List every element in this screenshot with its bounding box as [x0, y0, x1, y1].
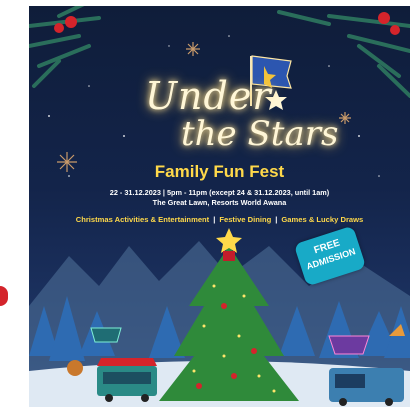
title-line2: the Stars — [181, 114, 339, 154]
left-edge-decoration — [0, 286, 8, 306]
event-title: Under the Stars — [141, 74, 351, 164]
activity-item: Christmas Activities & Entertainment — [75, 215, 210, 224]
separator: | — [213, 215, 216, 224]
title-line1: Under — [145, 74, 272, 118]
activities-list: Christmas Activities & Entertainment | Fes… — [29, 215, 410, 224]
event-venue: The Great Lawn, Resorts World Awana — [152, 198, 287, 207]
activity-item: Games & Lucky Draws — [281, 215, 364, 224]
event-dates: 22 - 31.12.2023 | 5pm - 11pm (except 24 … — [109, 188, 330, 197]
pine-branch-left — [29, 6, 101, 88]
event-poster: Under the Stars Family Fun Fest 22 - 31.… — [29, 6, 410, 407]
separator: | — [275, 215, 278, 224]
activity-item: Festive Dining — [219, 215, 272, 224]
event-subtitle: Family Fun Fest — [154, 162, 285, 181]
ornament-icon — [54, 12, 400, 35]
